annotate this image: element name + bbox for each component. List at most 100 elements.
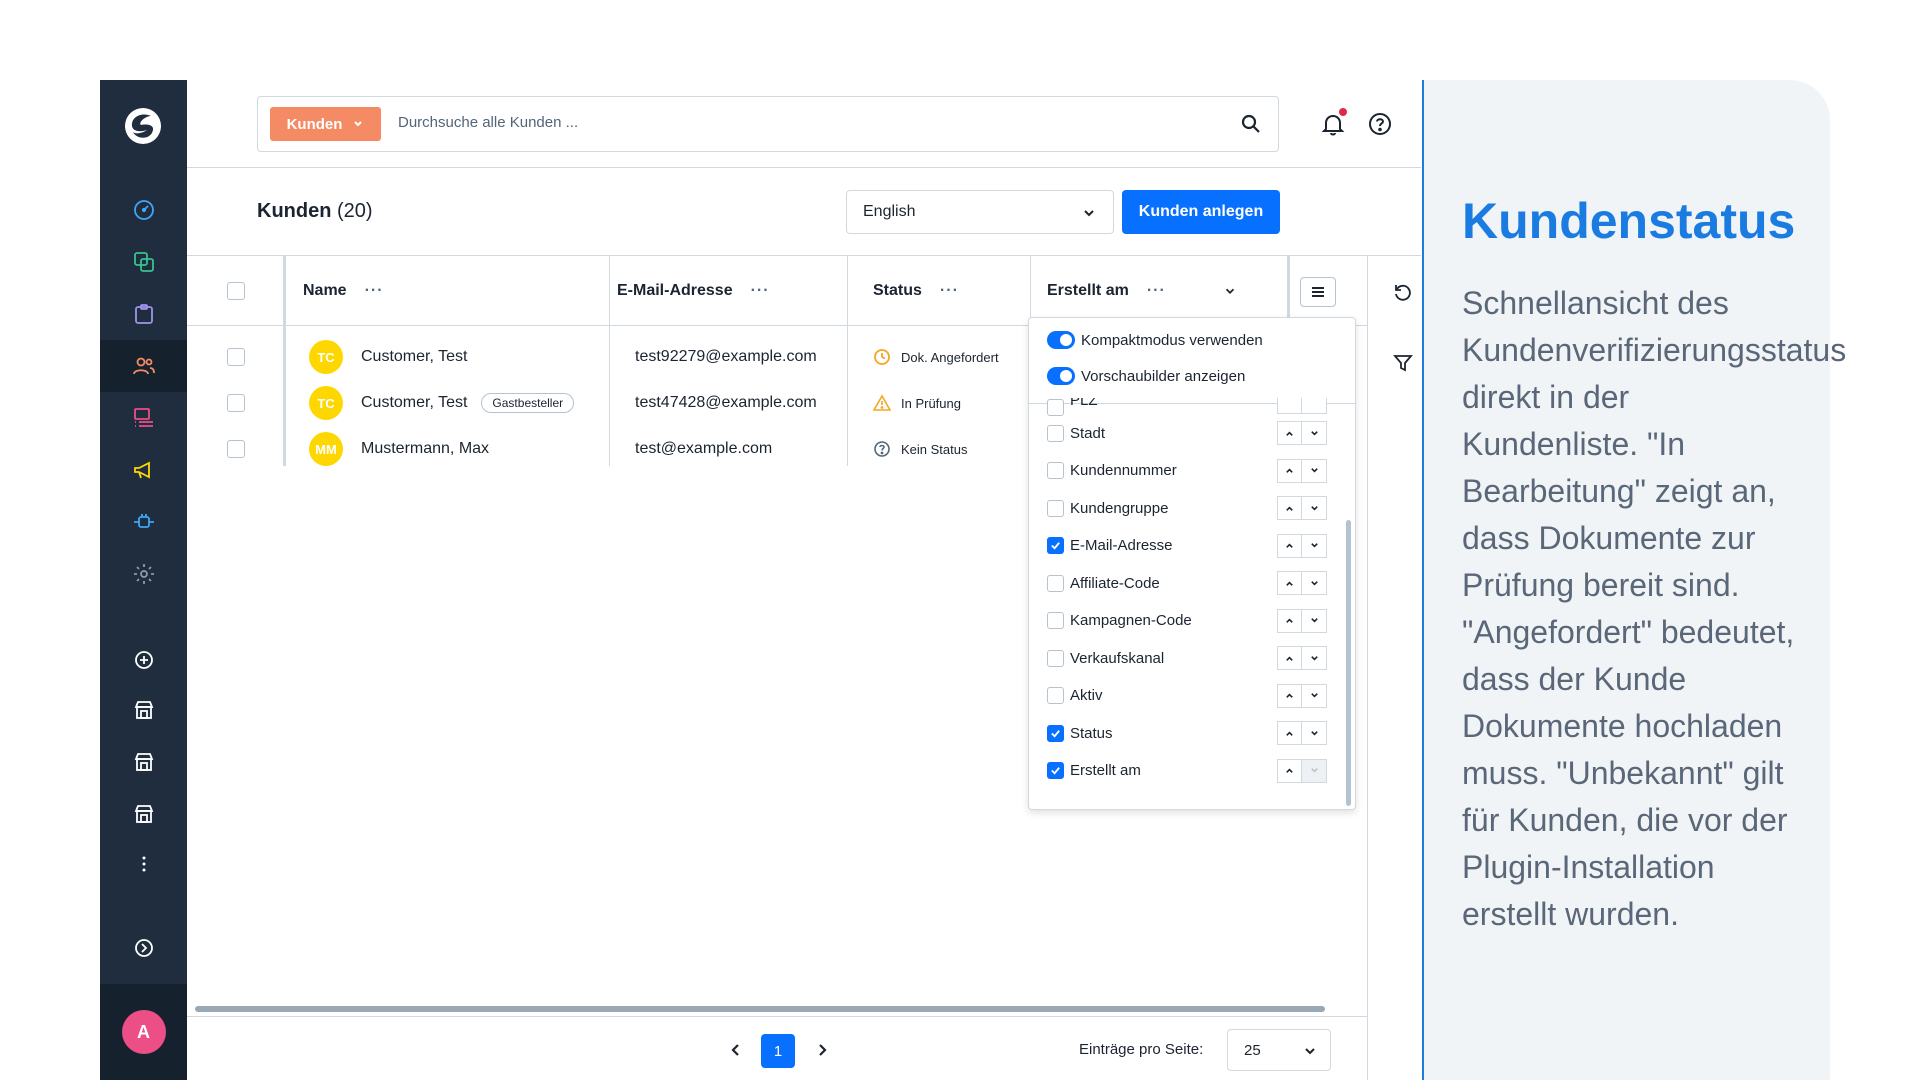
column-menu-icon[interactable]: ··· <box>1147 282 1166 300</box>
move-up-button[interactable] <box>1277 721 1302 745</box>
sidebar-item-customers[interactable] <box>100 340 187 392</box>
column-option[interactable]: Kampagnen-Code <box>1047 606 1327 636</box>
column-checkbox[interactable] <box>1047 424 1064 442</box>
column-checkbox[interactable] <box>1047 762 1064 779</box>
column-menu-icon[interactable]: ··· <box>940 282 959 300</box>
menu-scrollbar[interactable] <box>1346 520 1351 806</box>
customer-name-cell[interactable]: TC Customer, Test <box>309 334 467 380</box>
column-option-partial[interactable]: PLZ <box>1047 398 1327 416</box>
sidebar-item-extensions[interactable] <box>100 496 187 548</box>
chevron-left-icon[interactable] <box>727 1041 745 1059</box>
reset-icon[interactable] <box>1392 282 1414 304</box>
compact-mode-toggle[interactable]: Kompaktmodus verwenden <box>1047 328 1263 352</box>
column-menu-icon[interactable]: ··· <box>365 282 384 300</box>
column-option[interactable]: E-Mail-Adresse <box>1047 531 1327 561</box>
chevron-right-icon[interactable] <box>813 1041 831 1059</box>
column-option[interactable]: Aktiv <box>1047 681 1327 711</box>
move-up-button[interactable] <box>1277 458 1302 483</box>
column-option[interactable]: Stadt <box>1047 418 1327 448</box>
column-divider[interactable] <box>1287 256 1290 326</box>
sidebar-expand[interactable] <box>100 922 187 974</box>
column-checkbox[interactable] <box>1047 612 1064 629</box>
avatar[interactable]: A <box>121 1010 166 1054</box>
move-down-button[interactable] <box>1302 646 1327 670</box>
move-down-button[interactable] <box>1302 608 1327 633</box>
column-option[interactable]: Kundennummer <box>1047 456 1327 486</box>
move-down-button[interactable] <box>1302 496 1327 520</box>
search-icon[interactable] <box>1240 113 1262 135</box>
move-down-button[interactable] <box>1302 458 1327 483</box>
customer-name[interactable]: Customer, Test <box>361 348 467 366</box>
move-up-button[interactable] <box>1277 496 1302 520</box>
move-down-button[interactable] <box>1302 571 1327 595</box>
horizontal-scrollbar[interactable] <box>195 1006 1325 1012</box>
page-button-current[interactable]: 1 <box>761 1034 795 1068</box>
chevron-down-icon[interactable] <box>1223 284 1237 298</box>
row-checkbox[interactable] <box>227 348 245 366</box>
column-menu-icon[interactable]: ··· <box>751 282 770 300</box>
customer-name-cell[interactable]: MM Mustermann, Max <box>309 426 489 472</box>
move-down-button[interactable] <box>1302 683 1327 708</box>
customer-name-cell[interactable]: TC Customer, Test Gastbesteller <box>309 380 575 426</box>
column-checkbox[interactable] <box>1047 537 1064 554</box>
help-icon[interactable] <box>1367 111 1393 137</box>
global-search[interactable]: Kunden Durchsuche alle Kunden ... <box>257 96 1279 152</box>
column-checkbox[interactable] <box>1047 687 1064 704</box>
toggle-switch[interactable] <box>1047 367 1075 385</box>
column-option[interactable]: Status <box>1047 718 1327 748</box>
move-down-button[interactable] <box>1302 758 1327 783</box>
sidebar-sales-channel-3[interactable] <box>100 788 187 840</box>
column-header-created[interactable]: Erstellt am ··· <box>1047 256 1237 326</box>
create-customer-button[interactable]: Kunden anlegen <box>1122 190 1280 234</box>
move-up-button[interactable] <box>1277 683 1302 708</box>
select-all-checkbox[interactable] <box>227 282 245 300</box>
column-header-name[interactable]: Name ··· <box>303 256 384 326</box>
customer-name[interactable]: Mustermann, Max <box>361 440 489 458</box>
sidebar-more[interactable] <box>100 838 187 890</box>
search-type-button[interactable]: Kunden <box>270 107 381 141</box>
move-down-button[interactable] <box>1302 533 1327 558</box>
column-option[interactable]: Kundengruppe <box>1047 493 1327 523</box>
move-up-button[interactable] <box>1277 608 1302 633</box>
sidebar-item-dashboard[interactable] <box>100 184 187 236</box>
row-checkbox[interactable] <box>227 440 245 458</box>
column-option[interactable]: Affiliate-Code <box>1047 568 1327 598</box>
sidebar-item-catalogues[interactable] <box>100 236 187 288</box>
move-down-button[interactable] <box>1302 421 1327 445</box>
column-settings-button[interactable] <box>1300 277 1336 307</box>
column-checkbox[interactable] <box>1047 724 1064 742</box>
sidebar-item-content[interactable] <box>100 392 187 444</box>
search-input[interactable]: Durchsuche alle Kunden ... <box>398 114 578 131</box>
move-down-button[interactable] <box>1302 721 1327 745</box>
sidebar-sales-channel-2[interactable] <box>100 736 187 788</box>
per-page-select[interactable]: 25 <box>1227 1029 1331 1071</box>
column-checkbox[interactable] <box>1047 499 1064 517</box>
move-up-button[interactable] <box>1277 571 1302 595</box>
move-down-button[interactable] <box>1302 398 1327 414</box>
toggle-switch[interactable] <box>1047 331 1075 349</box>
move-up-button[interactable] <box>1277 398 1302 414</box>
column-checkbox[interactable] <box>1047 462 1064 479</box>
shopware-logo[interactable] <box>121 104 165 148</box>
row-checkbox[interactable] <box>227 394 245 412</box>
move-up-button[interactable] <box>1277 421 1302 445</box>
preview-images-toggle[interactable]: Vorschaubilder anzeigen <box>1047 364 1245 388</box>
column-option[interactable]: Verkaufskanal <box>1047 643 1327 673</box>
column-checkbox[interactable] <box>1047 398 1064 416</box>
sidebar-add-sales-channel[interactable] <box>100 634 187 686</box>
column-checkbox[interactable] <box>1047 574 1064 592</box>
user-menu[interactable]: A <box>100 984 187 1080</box>
move-up-button[interactable] <box>1277 646 1302 670</box>
filter-icon[interactable] <box>1392 352 1414 374</box>
sidebar-item-settings[interactable] <box>100 548 187 600</box>
column-checkbox[interactable] <box>1047 649 1064 667</box>
sidebar-sales-channel-1[interactable] <box>100 684 187 736</box>
sidebar-item-marketing[interactable] <box>100 444 187 496</box>
column-header-email[interactable]: E-Mail-Adresse ··· <box>617 256 770 326</box>
sidebar-item-orders[interactable] <box>100 288 187 340</box>
column-option[interactable]: Erstellt am <box>1047 756 1327 786</box>
column-header-status[interactable]: Status ··· <box>873 256 959 326</box>
move-up-button[interactable] <box>1277 758 1302 783</box>
language-select[interactable]: English <box>846 190 1114 234</box>
customer-name[interactable]: Customer, Test <box>361 394 467 412</box>
